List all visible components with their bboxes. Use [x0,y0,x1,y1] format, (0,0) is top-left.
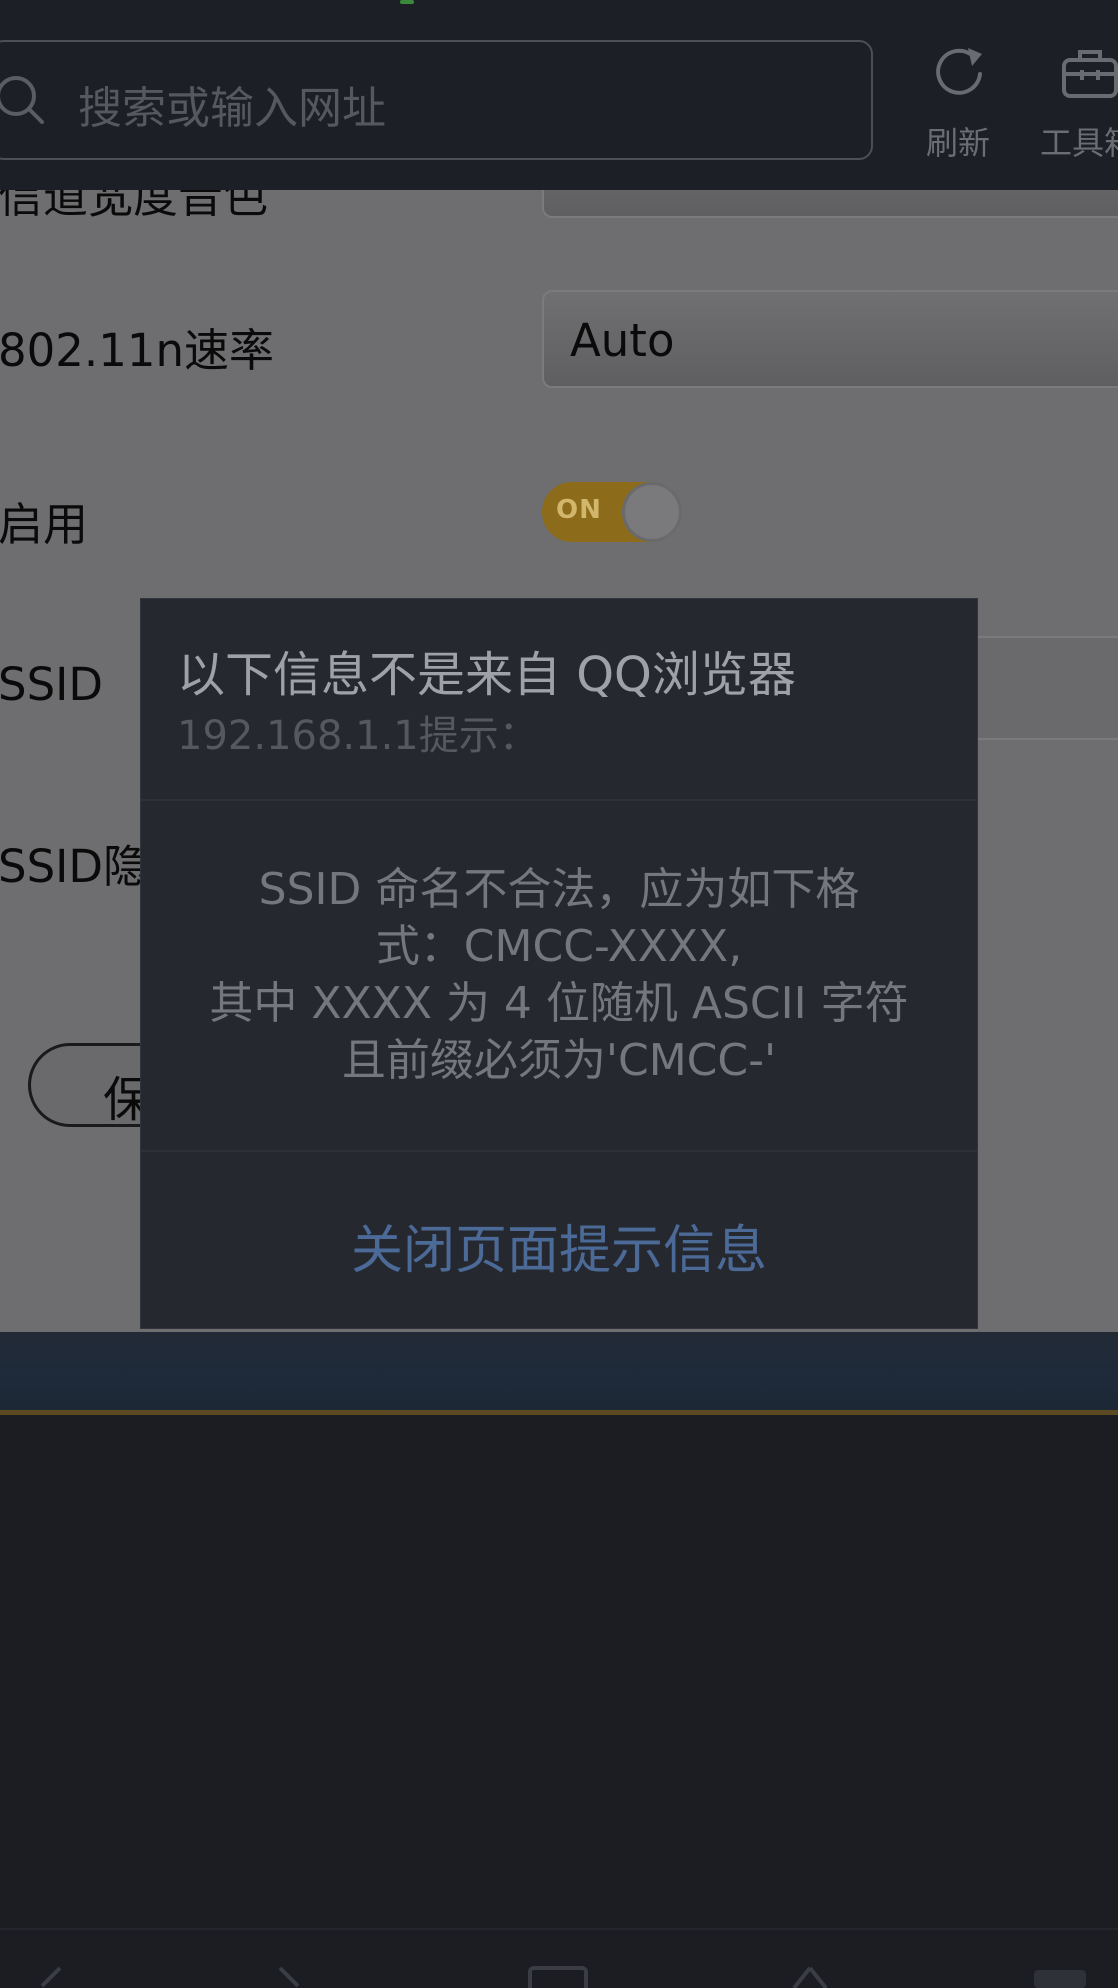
refresh-button[interactable]: 刷新 [898,40,1018,162]
dialog-message-line: SSID 命名不合法，应为如下格 [258,864,860,915]
dialog-message-line: 式：CMCC-XXXX, [375,921,743,972]
dialog-message-line: 其中 XXXX 为 4 位随机 ASCII 字符 [209,978,909,1029]
enable-label: 启用 [0,498,89,551]
alert-dialog: 以下信息不是来自 QQ浏览器 192.168.1.1提示： SSID 命名不合法… [140,598,978,1329]
status-indicator [400,0,414,4]
search-icon [0,76,44,124]
ssid-hide-label: SSID隐 [0,840,149,893]
dialog-message-line: 且前缀必须为'CMCC-' [341,1035,777,1086]
bottom-nav-divider [0,1928,1118,1930]
browser-bottom-area [0,1415,1118,1988]
toolbox-label: 工具箱 [1039,124,1118,162]
enable-toggle[interactable]: ON [542,482,682,542]
menu-icon[interactable] [1030,1966,1090,1988]
toggle-on-text: ON [556,495,602,525]
browser-top-bar: 搜索或输入网址 刷新 工具箱 [0,0,1118,190]
dialog-subtitle: 192.168.1.1提示： [177,713,539,759]
address-bar[interactable]: 搜索或输入网址 [0,40,873,160]
dialog-divider-bottom [141,1150,977,1152]
dialog-divider-top [141,799,977,801]
close-dialog-button[interactable]: 关闭页面提示信息 [141,1208,977,1283]
rate-select[interactable]: Auto [542,290,1118,388]
refresh-label: 刷新 [925,124,990,162]
browser-toolbar-strip [0,1332,1118,1412]
tabs-icon[interactable] [528,1966,588,1988]
dialog-title: 以下信息不是来自 QQ浏览器 [177,647,796,703]
toolbox-button[interactable]: 工具箱 [1028,40,1118,162]
home-icon[interactable] [790,1966,830,1988]
rate-label: 802.11n速率 [0,324,274,377]
back-icon[interactable] [30,1966,70,1988]
forward-icon[interactable] [270,1966,310,1988]
toggle-knob [622,482,682,542]
refresh-icon [936,48,982,95]
rate-select-value: Auto [570,314,675,367]
dialog-message: SSID 命名不合法，应为如下格 式：CMCC-XXXX, 其中 XXXX 为 … [141,861,977,1089]
search-input[interactable]: 搜索或输入网址 [78,72,386,136]
ssid-label: SSID [0,658,104,711]
toolbox-icon [1062,50,1118,98]
